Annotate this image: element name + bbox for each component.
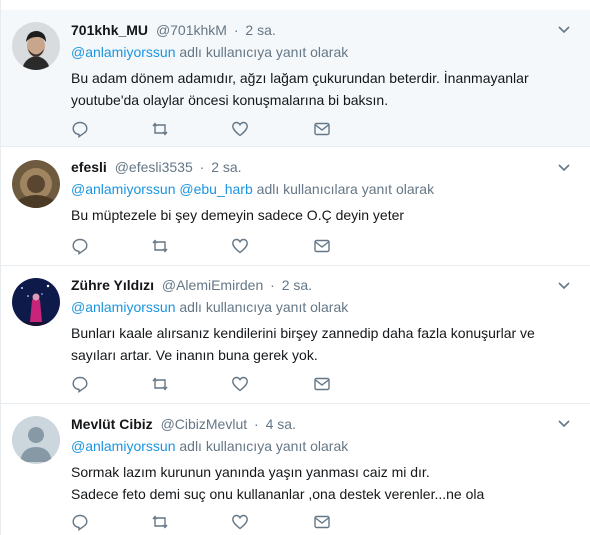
reply-context-text: adlı kullanıcıya yanıt olarak [179,299,349,315]
direct-message-icon[interactable] [313,513,333,533]
tweet-text: Bu müptezele bi şey demeyin sadece O.Ç d… [71,204,577,226]
reply-context-text: adlı kullanıcıya yanıt olarak [179,438,349,454]
separator: · [254,416,259,432]
chevron-down-icon[interactable] [557,416,571,430]
separator: · [270,277,275,293]
author-handle[interactable]: @701khkM [156,22,227,38]
reply-context: @anlamiyorssun adlı kullanıcıya yanıt ol… [71,436,577,456]
reply-context: @anlamiyorssun adlı kullanıcıya yanıt ol… [71,42,577,62]
retweet-icon[interactable] [151,513,171,533]
author-handle[interactable]: @AlemiEmirden [162,277,263,293]
direct-message-icon[interactable] [313,237,333,257]
like-icon[interactable] [231,120,251,140]
mention-link[interactable]: @anlamiyorssun [71,44,175,60]
tweet-text-line: youtube'da olaylar öncesi konuşmalarına … [71,92,389,108]
mention-link[interactable]: @anlamiyorssun [71,299,175,315]
direct-message-icon[interactable] [313,375,333,395]
timestamp[interactable]: 2 sa. [282,277,312,293]
author-handle[interactable]: @efesli3535 [115,159,193,175]
tweet-text: Bu adam dönem adamıdır, ağzı lağam çukur… [71,67,577,111]
separator: · [233,22,239,38]
tweet-text-line: Sormak lazım kurunun yanında yaşın yanma… [71,464,430,480]
like-icon[interactable] [231,375,251,395]
tweet-text-line: Bunları kaale alırsanız kendilerini birş… [71,325,535,341]
avatar[interactable] [12,160,60,208]
tweet[interactable]: 701khk_MU @701khkM · 2 sa. @anlamiyorssu… [1,10,590,147]
reply-icon[interactable] [71,375,91,395]
tweet-header: 701khk_MU @701khkM · 2 sa. [71,20,577,40]
tweet-text-line: sayıları artar. Ve inanın buna gerek yok… [71,347,318,363]
direct-message-icon[interactable] [313,120,333,140]
reply-context: @anlamiyorssun @ebu_harb adlı kullanıcıl… [71,179,577,199]
author-name[interactable]: efesli [71,159,107,175]
reply-context-text: adlı kullanıcıya yanıt olarak [179,44,349,60]
tweet-text-line: Bu müptezele bi şey demeyin sadece O.Ç d… [71,207,405,223]
avatar[interactable] [12,416,60,464]
author-name[interactable]: Zühre Yıldızı [71,277,154,293]
author-handle[interactable]: @CibizMevlut [161,416,248,432]
tweet[interactable]: Zühre Yıldızı @AlemiEmirden · 2 sa. @anl… [1,266,590,404]
tweet[interactable]: Mevlüt Cibiz @CibizMevlut · 4 sa. @anlam… [1,404,590,535]
reply-icon[interactable] [71,513,91,533]
tweet-text-line: Sadece feto demi suç onu kullananlar ,on… [71,486,485,502]
reply-context-text: adlı kullanıcılara yanıt olarak [256,181,435,197]
timestamp[interactable]: 2 sa. [211,159,241,175]
like-icon[interactable] [231,237,251,257]
mention-link[interactable]: @ebu_harb [179,181,252,197]
tweet-header: efesli @efesli3535 · 2 sa. [71,157,577,177]
avatar[interactable] [12,278,60,326]
chevron-down-icon[interactable] [557,278,571,292]
author-name[interactable]: Mevlüt Cibiz [71,416,153,432]
reply-icon[interactable] [71,237,91,257]
tweet-header: Zühre Yıldızı @AlemiEmirden · 2 sa. [71,275,577,295]
chevron-down-icon[interactable] [557,22,571,36]
tweet-text: Sormak lazım kurunun yanında yaşın yanma… [71,461,577,505]
chevron-down-icon[interactable] [557,160,571,174]
tweet-header: Mevlüt Cibiz @CibizMevlut · 4 sa. [71,414,577,434]
retweet-icon[interactable] [151,375,171,395]
reply-context: @anlamiyorssun adlı kullanıcıya yanıt ol… [71,297,577,317]
reply-thread: 701khk_MU @701khkM · 2 sa. @anlamiyorssu… [0,0,590,535]
mention-link[interactable]: @anlamiyorssun [71,181,175,197]
retweet-icon[interactable] [151,237,171,257]
retweet-icon[interactable] [151,120,171,140]
timestamp[interactable]: 4 sa. [266,416,296,432]
avatar[interactable] [12,22,60,70]
separator: · [199,159,205,175]
author-name[interactable]: 701khk_MU [71,22,148,38]
tweet-text: Bunları kaale alırsanız kendilerini birş… [71,322,577,366]
timestamp[interactable]: 2 sa. [245,22,275,38]
like-icon[interactable] [231,513,251,533]
tweet-text-line: Bu adam dönem adamıdır, ağzı lağam çukur… [71,70,529,86]
tweet[interactable]: efesli @efesli3535 · 2 sa. @anlamiyorssu… [1,148,590,266]
mention-link[interactable]: @anlamiyorssun [71,438,175,454]
reply-icon[interactable] [71,120,91,140]
